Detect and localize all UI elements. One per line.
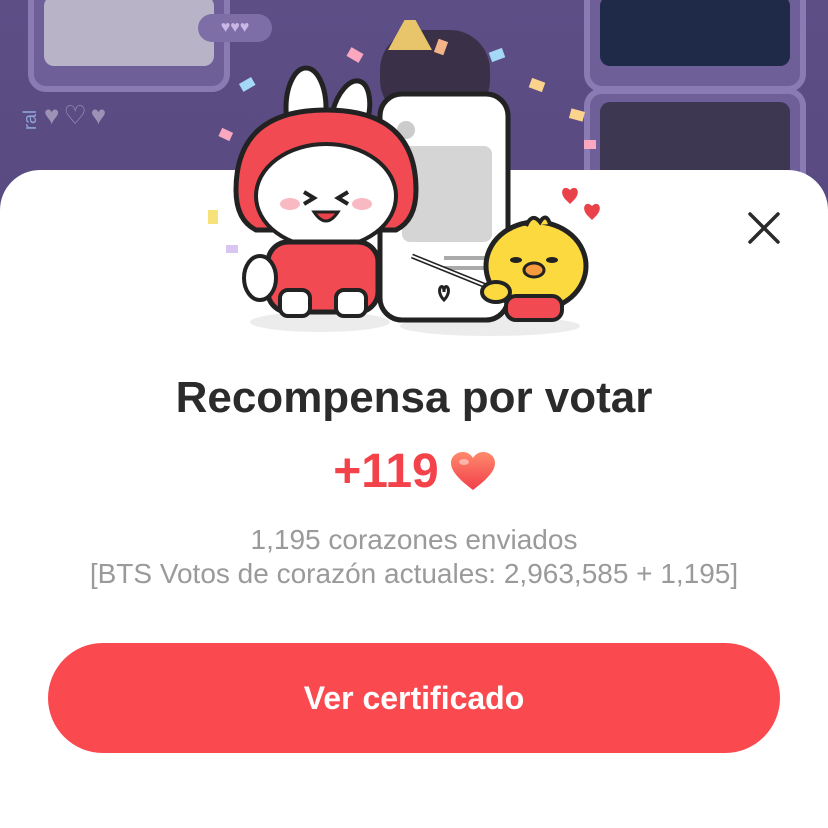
background-hearts: ♥♡♥ — [44, 100, 111, 130]
background-photo — [44, 0, 214, 66]
reward-title: Recompensa por votar — [175, 373, 653, 422]
heart-icon — [450, 451, 495, 490]
background-photo — [600, 0, 790, 66]
background-side-text: ral — [20, 109, 40, 130]
vote-status-text: [BTS Votos de corazón actuales: 2,963,58… — [89, 558, 739, 589]
hearts-sent-text: 1,195 corazones enviados — [250, 524, 578, 555]
reward-amount-row: +119 — [0, 444, 828, 499]
close-button[interactable] — [740, 204, 788, 252]
close-icon — [748, 212, 780, 244]
celebration-illustration — [208, 20, 600, 336]
reward-amount: +119 — [333, 445, 439, 498]
view-certificate-button[interactable]: Ver certificado — [48, 643, 780, 753]
